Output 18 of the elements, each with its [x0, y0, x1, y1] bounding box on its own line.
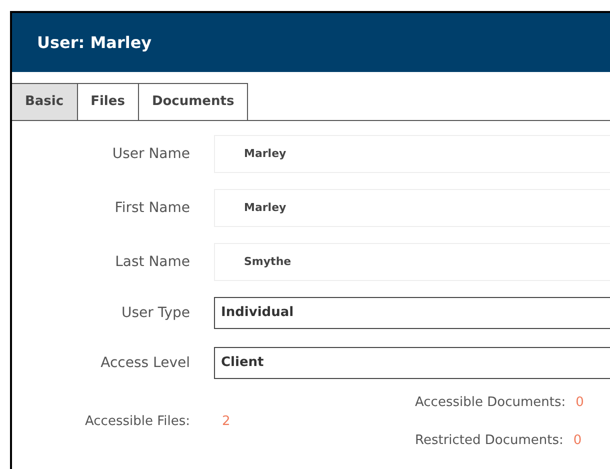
field-label: Last Name — [114, 252, 190, 272]
stat-value: 0 — [576, 394, 584, 412]
stat-value: 2 — [222, 412, 230, 431]
field-label: User Name — [111, 144, 190, 164]
text-field[interactable]: Marley — [214, 135, 610, 173]
field-label: Access Level — [100, 354, 190, 372]
stat-label: Restricted Documents: — [415, 432, 564, 450]
stat-label: Accessible Files: — [84, 412, 190, 431]
stat-value: 0 — [573, 432, 582, 450]
tab[interactable]: Basic — [12, 84, 77, 120]
window-title: User: Marley — [37, 32, 152, 54]
select-field[interactable]: Individual — [214, 297, 610, 329]
select-field[interactable]: Client — [214, 347, 610, 379]
text-field[interactable]: Smythe — [214, 243, 610, 281]
field-label: User Type — [120, 304, 190, 322]
field-label: First Name — [114, 198, 190, 218]
text-field[interactable]: Marley — [214, 189, 610, 227]
stat-label: Accessible Documents: — [415, 394, 566, 412]
